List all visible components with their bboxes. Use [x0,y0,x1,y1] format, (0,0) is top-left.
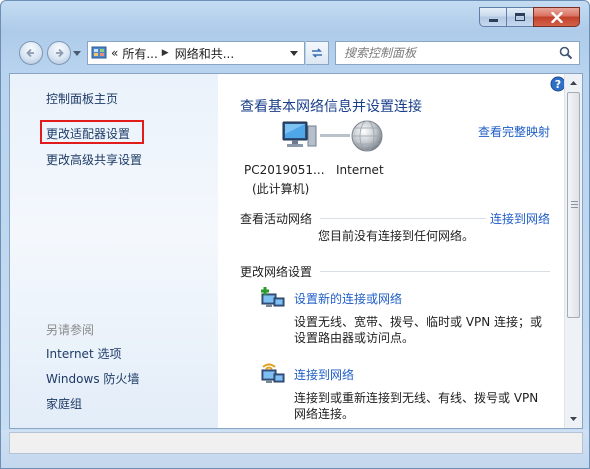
task-pane: 控制面板主页 更改适配器设置 更改高级共享设置 另请参阅 Internet 选项… [10,74,218,428]
close-icon [550,11,563,23]
sidebar-item-change-advanced-sharing[interactable]: 更改高级共享设置 [46,151,142,168]
connect-network-icon [261,363,285,383]
see-also-heading: 另请参阅 [46,323,95,337]
breadcrumb-separator-icon[interactable]: ▶ [162,48,169,58]
search-box[interactable] [335,41,580,65]
no-connection-text: 您目前没有连接到任何网络。 [318,229,475,243]
scrollbar-thumb[interactable] [567,92,580,318]
page-title: 查看基本网络信息并设置连接 [240,99,422,115]
vertical-scrollbar[interactable] [564,74,582,428]
arrow-left-icon [26,48,34,58]
network-sharing-center-window: « 所有... ▶ 网络和共... 控制面板主页 更改适配器设置 更改高级共享设… [0,0,590,469]
svg-text:?: ? [555,78,561,91]
active-networks-heading: 查看活动网络 [240,212,313,226]
new-connection-icon [261,287,285,307]
refresh-icon [312,48,322,58]
minimize-icon [488,18,498,22]
status-bar-panel [9,432,583,454]
address-dropdown-icon[interactable] [290,51,298,56]
content-area: 控制面板主页 更改适配器设置 更改高级共享设置 另请参阅 Internet 选项… [9,73,583,429]
view-full-map-link[interactable]: 查看完整映射 [478,123,550,140]
main-pane: 查看基本网络信息并设置连接 PC2019051... (此计算机) Intern… [218,74,566,428]
address-bar[interactable]: « 所有... ▶ 网络和共... [87,41,305,65]
scroll-down-icon [570,416,577,421]
sidebar-item-homegroup[interactable]: 家庭组 [46,395,82,412]
sidebar-item-windows-firewall[interactable]: Windows 防火墙 [46,370,139,387]
connect-to-network-desc-line1: 连接到或重新连接到无线、有线、拨号或 VPN [294,391,539,405]
scroll-down-button[interactable] [565,410,582,427]
connection-line [320,134,350,137]
section-divider [320,218,486,219]
minimize-button[interactable] [479,7,506,27]
sidebar-item-control-panel-home[interactable]: 控制面板主页 [46,90,118,107]
setup-new-connection-desc-line2: 设置路由器或访问点。 [294,331,415,345]
search-icon[interactable] [559,46,573,60]
computer-name: PC2019051... [244,163,325,177]
search-input[interactable] [336,46,551,60]
breadcrumb-network-sharing[interactable]: 网络和共... [175,45,234,62]
breadcrumb-all-items[interactable]: 所有... [122,45,157,62]
sidebar-item-internet-options[interactable]: Internet 选项 [46,345,121,362]
close-button[interactable] [533,7,580,27]
back-button[interactable] [19,41,43,65]
connect-to-network-task-link[interactable]: 连接到网络 [294,366,354,383]
setup-new-connection-desc-line1: 设置无线、宽带、拨号、临时或 VPN 连接；或 [294,315,543,329]
setup-new-connection-link[interactable]: 设置新的连接或网络 [294,290,402,307]
forward-button[interactable] [47,41,71,65]
refresh-button[interactable] [306,41,329,65]
maximize-button[interactable] [506,7,533,27]
change-settings-heading: 更改网络设置 [240,265,313,279]
connect-to-network-link[interactable]: 连接到网络 [490,210,550,227]
computer-sub-label: (此计算机) [252,182,310,196]
status-bar [1,430,589,468]
maximize-icon [515,13,525,21]
arrow-right-icon [56,48,64,58]
control-panel-icon [91,45,107,61]
recent-pages-chevron-icon[interactable] [73,51,81,56]
internet-label: Internet [336,163,384,177]
scroll-up-icon [570,80,577,85]
computer-icon [282,121,317,147]
connect-to-network-desc-line2: 网络连接。 [294,407,355,421]
internet-globe-icon [351,120,383,152]
caption-buttons [479,7,580,27]
scroll-up-button[interactable] [565,74,582,91]
sidebar-item-change-adapter-settings[interactable]: 更改适配器设置 [46,125,130,142]
section-divider [320,271,550,272]
breadcrumb-overflow[interactable]: « [111,46,118,60]
